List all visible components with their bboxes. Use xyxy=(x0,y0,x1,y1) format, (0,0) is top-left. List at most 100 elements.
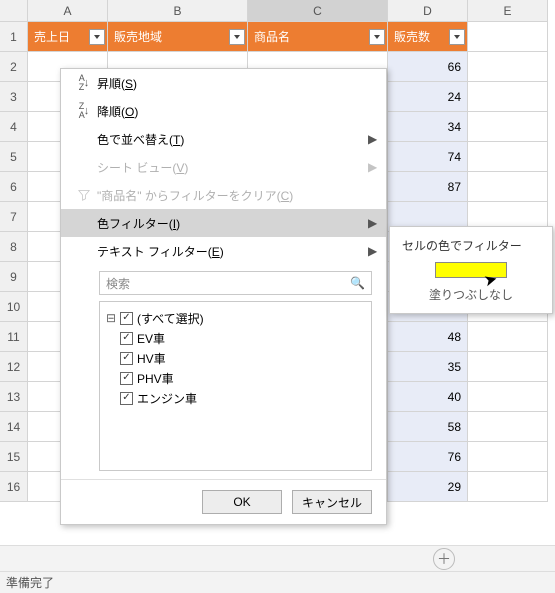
row-header[interactable]: 10 xyxy=(0,292,28,322)
row-header[interactable]: 5 xyxy=(0,142,28,172)
header-cell-B[interactable]: 販売地域 xyxy=(108,22,248,52)
chevron-right-icon: ▶ xyxy=(368,244,378,258)
filter-button[interactable] xyxy=(449,29,465,45)
col-header-E[interactable]: E xyxy=(468,0,548,22)
menu-label: シート ビュー(V) xyxy=(97,159,368,176)
yellow-swatch[interactable] xyxy=(435,262,507,278)
row-header[interactable]: 15 xyxy=(0,442,28,472)
color-swatch-option[interactable]: ➤ xyxy=(398,260,544,284)
chevron-right-icon: ▶ xyxy=(368,216,378,230)
cell[interactable] xyxy=(468,472,548,502)
row-header[interactable]: 11 xyxy=(0,322,28,352)
checkbox-icon[interactable]: ✓ xyxy=(120,392,133,405)
tree-item-select-all[interactable]: ⊟ ✓ (すべて選択) xyxy=(106,308,365,328)
menu-sort-by-color[interactable]: 色で並べ替え(T) ▶ xyxy=(61,125,386,153)
cell[interactable]: 35 xyxy=(388,352,468,382)
status-text: 準備完了 xyxy=(6,574,54,591)
filter-button[interactable] xyxy=(89,29,105,45)
chevron-down-icon xyxy=(374,35,380,39)
menu-color-filter[interactable]: 色フィルター(I) ▶ xyxy=(61,209,386,237)
cell[interactable]: 40 xyxy=(388,382,468,412)
filter-button[interactable] xyxy=(229,29,245,45)
menu-label: "商品名" からフィルターをクリア(C) xyxy=(97,187,378,204)
row-header[interactable]: 12 xyxy=(0,352,28,382)
cancel-button[interactable]: キャンセル xyxy=(292,490,372,514)
cell[interactable] xyxy=(468,382,548,412)
row-header[interactable]: 8 xyxy=(0,232,28,262)
cell[interactable]: 29 xyxy=(388,472,468,502)
header-cell-A[interactable]: 売上日 xyxy=(28,22,108,52)
tree-item[interactable]: ✓ エンジン車 xyxy=(106,388,365,408)
chevron-down-icon xyxy=(94,35,100,39)
row-header[interactable]: 13 xyxy=(0,382,28,412)
cell[interactable]: 58 xyxy=(388,412,468,442)
row-header[interactable]: 1 xyxy=(0,22,28,52)
header-cell-C[interactable]: 商品名 xyxy=(248,22,388,52)
col-header-A[interactable]: A xyxy=(28,0,108,22)
status-bar: 準備完了 xyxy=(0,571,555,593)
cell[interactable] xyxy=(468,142,548,172)
checkbox-icon[interactable]: ✓ xyxy=(120,352,133,365)
chevron-right-icon: ▶ xyxy=(368,132,378,146)
cell[interactable] xyxy=(468,322,548,352)
cell[interactable]: 66 xyxy=(388,52,468,82)
cell[interactable] xyxy=(468,52,548,82)
cell[interactable] xyxy=(468,22,548,52)
checkbox-icon[interactable]: ✓ xyxy=(120,332,133,345)
funnel-clear-icon xyxy=(71,189,97,201)
sort-asc-icon: AZ↓ xyxy=(71,74,97,92)
menu-sheet-view: シート ビュー(V) ▶ xyxy=(61,153,386,181)
menu-sort-descending[interactable]: ZA↓ 降順(O) xyxy=(61,97,386,125)
tree-item[interactable]: ✓ PHV車 xyxy=(106,368,365,388)
row-header[interactable]: 9 xyxy=(0,262,28,292)
tree-item[interactable]: ✓EV車 xyxy=(106,328,365,348)
row-header[interactable]: 7 xyxy=(0,202,28,232)
no-fill-option[interactable]: 塗りつぶしなし xyxy=(398,284,544,303)
cell[interactable] xyxy=(468,112,548,142)
tree-label: HV車 xyxy=(137,350,166,367)
row-header[interactable]: 14 xyxy=(0,412,28,442)
filter-button[interactable] xyxy=(369,29,385,45)
col-header-B[interactable]: B xyxy=(108,0,248,22)
chevron-right-icon: ▶ xyxy=(368,160,378,174)
chevron-down-icon xyxy=(454,35,460,39)
tree-label: エンジン車 xyxy=(137,390,197,407)
header-label: 商品名 xyxy=(254,28,290,45)
cell[interactable] xyxy=(468,412,548,442)
menu-label: 色フィルター(I) xyxy=(97,215,368,232)
filter-values-tree[interactable]: ⊟ ✓ (すべて選択) ✓EV車 ✓ HV車 ✓ PHV車 ✓ エンジン車 xyxy=(99,301,372,471)
cell[interactable]: 74 xyxy=(388,142,468,172)
tree-label: PHV車 xyxy=(137,370,174,387)
cell[interactable] xyxy=(468,352,548,382)
filter-search-input[interactable]: 検索 🔍 xyxy=(99,271,372,295)
button-label: OK xyxy=(233,495,250,509)
row-header[interactable]: 3 xyxy=(0,82,28,112)
tree-item[interactable]: ✓ HV車 xyxy=(106,348,365,368)
menu-label: 昇順(S) xyxy=(97,75,378,92)
col-header-D[interactable]: D xyxy=(388,0,468,22)
cell[interactable]: 48 xyxy=(388,322,468,352)
checkbox-icon[interactable]: ✓ xyxy=(120,372,133,385)
col-header-C[interactable]: C xyxy=(248,0,388,22)
select-all-corner[interactable] xyxy=(0,0,28,22)
menu-sort-ascending[interactable]: AZ↓ 昇順(S) xyxy=(61,69,386,97)
cell[interactable]: 24 xyxy=(388,82,468,112)
checkbox-icon[interactable]: ✓ xyxy=(120,312,133,325)
row-header[interactable]: 4 xyxy=(0,112,28,142)
row-header[interactable]: 2 xyxy=(0,52,28,82)
cell[interactable]: 87 xyxy=(388,172,468,202)
row-header[interactable]: 16 xyxy=(0,472,28,502)
menu-clear-filter: "商品名" からフィルターをクリア(C) xyxy=(61,181,386,209)
add-sheet-button[interactable]: ＋ xyxy=(433,548,455,570)
cell[interactable] xyxy=(468,442,548,472)
row-header[interactable]: 6 xyxy=(0,172,28,202)
cell[interactable] xyxy=(468,172,548,202)
cell[interactable] xyxy=(468,82,548,112)
cell[interactable]: 34 xyxy=(388,112,468,142)
ok-button[interactable]: OK xyxy=(202,490,282,514)
menu-label: 色で並べ替え(T) xyxy=(97,131,368,148)
header-cell-D[interactable]: 販売数 xyxy=(388,22,468,52)
menu-text-filter[interactable]: テキスト フィルター(E) ▶ xyxy=(61,237,386,265)
cell[interactable]: 76 xyxy=(388,442,468,472)
color-filter-submenu: セルの色でフィルター ➤ 塗りつぶしなし xyxy=(389,226,553,314)
